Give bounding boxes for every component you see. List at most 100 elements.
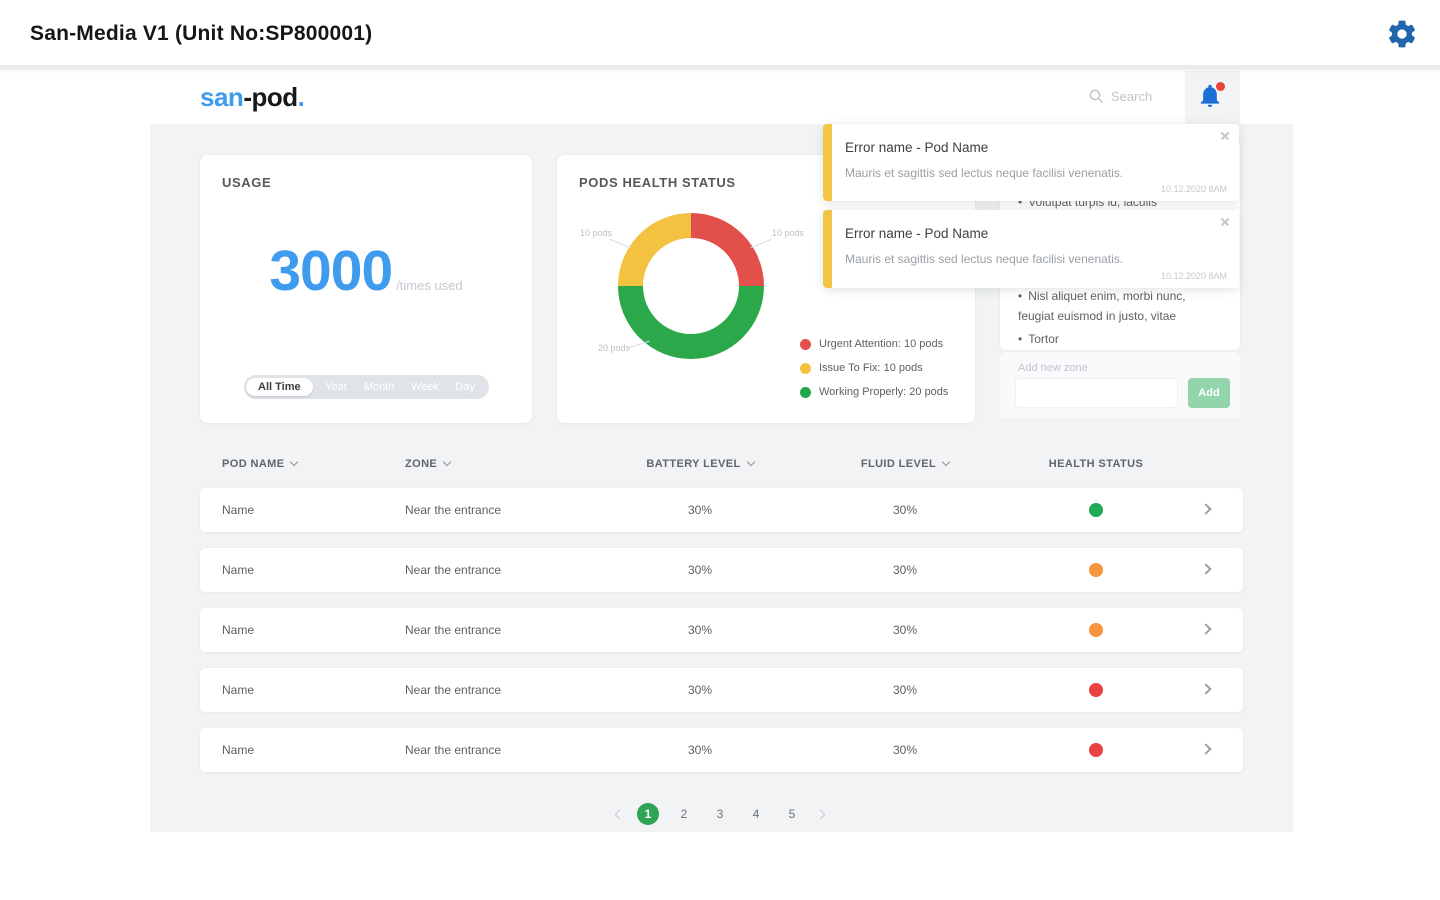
pod-name-cell: Name bbox=[222, 683, 255, 697]
toast-close-icon[interactable] bbox=[1219, 130, 1231, 142]
page-4[interactable]: 4 bbox=[745, 803, 767, 825]
notifications-bell-icon[interactable] bbox=[1197, 82, 1227, 113]
toast-timestamp: 10.12.2020 8AM bbox=[1160, 184, 1227, 194]
health-legend: Urgent Attention: 10 pods Issue To Fix: … bbox=[800, 332, 948, 404]
search-input[interactable] bbox=[1111, 88, 1191, 104]
health-status-dot bbox=[1089, 563, 1103, 577]
pagination-next-icon[interactable] bbox=[815, 809, 826, 819]
filter-year[interactable]: Year bbox=[321, 381, 351, 393]
notification-toast[interactable]: Error name - Pod Name Mauris et sagittis… bbox=[823, 210, 1239, 288]
pod-name-cell: Name bbox=[222, 563, 255, 577]
battery-cell: 30% bbox=[687, 623, 713, 637]
column-header-health: HEALTH STATUS bbox=[1048, 458, 1144, 470]
zone-cell: Near the entrance bbox=[405, 563, 502, 577]
battery-cell: 30% bbox=[687, 743, 713, 757]
logo-san: san bbox=[200, 82, 244, 112]
row-chevron-right-icon[interactable] bbox=[1200, 743, 1212, 755]
legend-label: Working Properly: 20 pods bbox=[819, 386, 949, 398]
logo-dot: . bbox=[297, 82, 305, 112]
sort-caret-icon bbox=[290, 457, 299, 467]
toast-severity-bar bbox=[823, 210, 832, 288]
logo-pod: -pod bbox=[243, 82, 298, 112]
zone-cell: Near the entrance bbox=[405, 503, 502, 517]
legend-row-urgent: Urgent Attention: 10 pods bbox=[800, 332, 948, 356]
pods-health-title: PODS HEALTH STATUS bbox=[579, 175, 736, 190]
health-status-dot bbox=[1089, 503, 1103, 517]
column-header-fluid[interactable]: FLUID LEVEL bbox=[825, 457, 985, 470]
health-status-dot bbox=[1089, 743, 1103, 757]
usage-card-title: USAGE bbox=[222, 175, 272, 190]
usage-value-row: 3000/times used bbox=[200, 238, 532, 304]
column-header-zone[interactable]: ZONE bbox=[405, 457, 452, 470]
zone-list-item: Tortor bbox=[1018, 329, 1223, 349]
filter-all-time[interactable]: All Time bbox=[246, 378, 313, 396]
fluid-cell: 30% bbox=[892, 563, 918, 577]
usage-filter-toggle: All Time Year Month Week Day bbox=[244, 375, 489, 399]
filter-week[interactable]: Week bbox=[407, 381, 443, 393]
legend-row-issue: Issue To Fix: 10 pods bbox=[800, 356, 948, 380]
column-header-battery[interactable]: BATTERY LEVEL bbox=[620, 457, 780, 470]
add-zone-label: Add new zone bbox=[1018, 362, 1088, 374]
donut-callout-green: 20 pods bbox=[598, 343, 631, 353]
fluid-cell: 30% bbox=[892, 503, 918, 517]
table-row[interactable]: Name Near the entrance 30% 30% bbox=[200, 668, 1243, 712]
screen: San-Media V1 (Unit No:SP800001) san-pod.… bbox=[0, 0, 1440, 900]
legend-dot-green bbox=[800, 386, 811, 398]
row-chevron-right-icon[interactable] bbox=[1200, 563, 1212, 575]
add-zone-input[interactable] bbox=[1015, 378, 1178, 408]
pod-name-cell: Name bbox=[222, 623, 255, 637]
toast-severity-bar bbox=[823, 124, 832, 201]
toast-body: Mauris et sagittis sed lectus neque faci… bbox=[845, 166, 1124, 180]
health-status-dot bbox=[1089, 683, 1103, 697]
device-title: San-Media V1 (Unit No:SP800001) bbox=[30, 22, 373, 45]
toast-timestamp: 10.12.2020 8AM bbox=[1160, 271, 1227, 281]
toast-body: Mauris et sagittis sed lectus neque faci… bbox=[845, 252, 1124, 266]
battery-cell: 30% bbox=[687, 563, 713, 577]
table-row[interactable]: Name Near the entrance 30% 30% bbox=[200, 608, 1243, 652]
add-zone-section: Add new zone Add bbox=[1000, 352, 1240, 418]
battery-cell: 30% bbox=[687, 683, 713, 697]
search-box[interactable] bbox=[1088, 88, 1191, 104]
page-2[interactable]: 2 bbox=[673, 803, 695, 825]
sort-caret-icon bbox=[941, 457, 951, 467]
table-row[interactable]: Name Near the entrance 30% 30% bbox=[200, 728, 1243, 772]
notification-badge bbox=[1216, 82, 1225, 91]
fluid-cell: 30% bbox=[892, 623, 918, 637]
page-1[interactable]: 1 bbox=[637, 803, 659, 825]
legend-label: Issue To Fix: 10 pods bbox=[819, 362, 923, 374]
toast-close-icon[interactable] bbox=[1219, 216, 1231, 228]
usage-unit: /times used bbox=[396, 278, 463, 293]
page-5[interactable]: 5 bbox=[781, 803, 803, 825]
app-logo: san-pod. bbox=[200, 82, 305, 113]
fluid-cell: 30% bbox=[892, 683, 918, 697]
row-chevron-right-icon[interactable] bbox=[1200, 623, 1212, 635]
donut-callout-red: 10 pods bbox=[772, 228, 805, 238]
zone-cell: Near the entrance bbox=[405, 743, 502, 757]
table-row[interactable]: Name Near the entrance 30% 30% bbox=[200, 488, 1243, 532]
pagination-prev-icon[interactable] bbox=[614, 809, 625, 819]
battery-cell: 30% bbox=[687, 503, 713, 517]
table-row[interactable]: Name Near the entrance 30% 30% bbox=[200, 548, 1243, 592]
zone-cell: Near the entrance bbox=[405, 623, 502, 637]
legend-dot-yellow bbox=[800, 362, 811, 374]
health-status-dot bbox=[1089, 623, 1103, 637]
column-header-pod-name[interactable]: POD NAME bbox=[222, 457, 299, 470]
row-chevron-right-icon[interactable] bbox=[1200, 503, 1212, 515]
fluid-cell: 30% bbox=[892, 743, 918, 757]
legend-label: Urgent Attention: 10 pods bbox=[819, 338, 944, 350]
legend-dot-red bbox=[800, 338, 811, 350]
zone-cell: Near the entrance bbox=[405, 683, 502, 697]
row-chevron-right-icon[interactable] bbox=[1200, 683, 1212, 695]
toast-title: Error name - Pod Name bbox=[845, 140, 989, 155]
notification-toast[interactable]: Error name - Pod Name Mauris et sagittis… bbox=[823, 124, 1239, 201]
sort-caret-icon bbox=[746, 457, 755, 467]
filter-day[interactable]: Day bbox=[451, 381, 479, 393]
filter-month[interactable]: Month bbox=[360, 381, 399, 393]
device-nav-bar bbox=[0, 832, 1440, 900]
usage-value: 3000 bbox=[269, 239, 393, 303]
pods-health-donut bbox=[618, 213, 764, 359]
add-zone-button[interactable]: Add bbox=[1188, 378, 1230, 408]
page-3[interactable]: 3 bbox=[709, 803, 731, 825]
sort-caret-icon bbox=[442, 457, 452, 467]
settings-gear-icon[interactable] bbox=[1386, 18, 1418, 50]
